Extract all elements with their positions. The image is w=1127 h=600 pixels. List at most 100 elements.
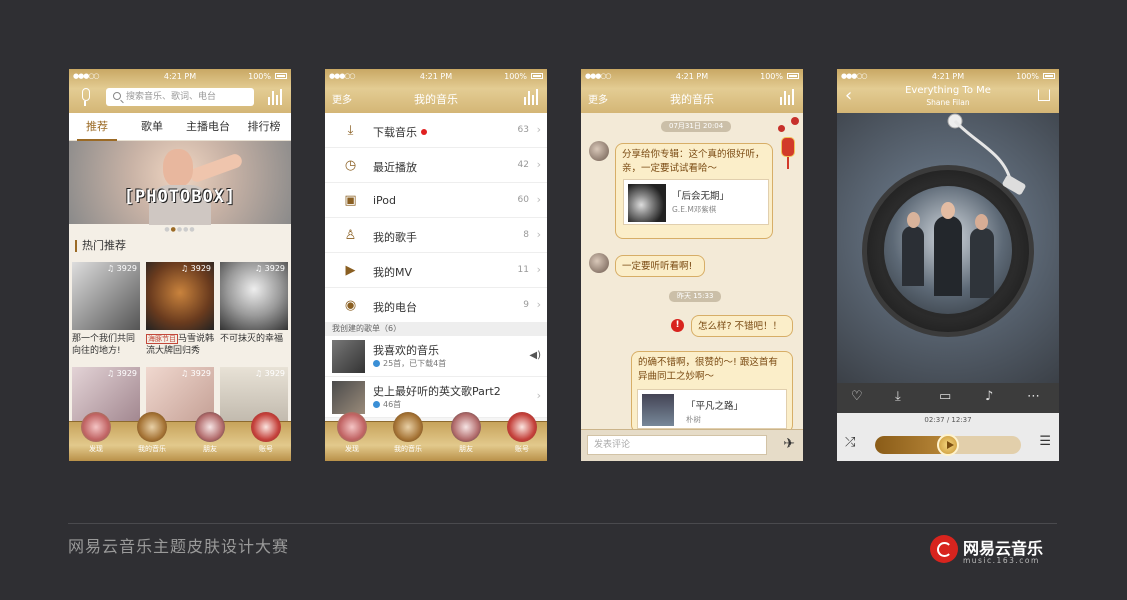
radio-icon: ◉ [344,298,357,313]
chevron-right-icon: › [536,193,541,206]
comment-icon[interactable]: ▭ [939,389,951,404]
page-title: 我的音乐 [670,93,714,106]
menu-row-radio[interactable]: ◉ 我的电台 9 › [325,288,547,323]
row-label: 最近播放 [373,161,417,174]
fan-account-icon [507,412,537,442]
row-count: 9 [523,300,529,310]
avatar[interactable] [589,253,609,273]
flower-discover-icon [81,412,111,442]
speaker-icon: ◀) [529,350,541,361]
album-title: 「后会无期」 [672,191,730,202]
dock-item-friends[interactable]: 朋友 [447,412,485,454]
row-count: 8 [523,230,529,240]
row-label: 我的电台 [373,301,417,314]
header-bar: ●●●○○ 4:21 PM 100% 搜索音乐、歌词、电台 [69,69,291,113]
battery-text: 100% [760,72,783,81]
heart-icon[interactable]: ♡ [851,389,863,404]
warning-icon[interactable]: ! [671,319,684,332]
chevron-right-icon: › [536,263,541,276]
playlist-sub: 46首 [373,399,401,410]
message-text: 怎么样? 不错吧！！ [698,321,783,332]
note-icon[interactable]: ♪ [985,389,993,404]
bottom-tab-bar: 发现 我的音乐 朋友 账号 [325,412,547,461]
menu-row-ipod[interactable]: ▣ iPod 60 › [325,183,547,218]
battery-text: 100% [248,72,271,81]
play-button[interactable] [937,434,959,456]
menu-row-recent[interactable]: ◷ 最近播放 42 › [325,148,547,183]
microphone-icon[interactable] [79,88,91,106]
footer-divider [68,523,1057,524]
share-icon[interactable] [1038,89,1050,101]
play-count: ♫ 3929 [180,264,211,273]
battery-icon [275,73,287,79]
playlist-title: 史上最好听的英文歌Part2 [373,385,501,398]
download-icon: ⤓ [347,123,354,138]
shuffle-icon[interactable]: ⤮ [845,435,855,450]
playlist-sub: 25首，已下载4首 [373,358,446,369]
menu-row-artists[interactable]: ♙ 我的歌手 8 › [325,218,547,253]
row-label: 我的歌手 [373,231,417,244]
flower-discover-icon [337,412,367,442]
equalizer-icon[interactable] [779,89,795,105]
chevron-right-icon: › [536,389,541,402]
banner-carousel[interactable]: [PHOTOBOX] [69,141,291,225]
dock-item-friends[interactable]: 朋友 [191,412,229,454]
action-bar: ♡ ⤓ ▭ ♪ ⋯ [837,383,1059,413]
search-input[interactable]: 搜索音乐、歌词、电台 [106,88,254,106]
playlist-tile[interactable]: ♫ 3929 [220,262,288,330]
more-icon[interactable]: ⋯ [1027,389,1040,404]
dock-item-account[interactable]: 账号 [247,412,285,454]
playlist-cover [332,340,365,373]
message-text: 分享给你专辑：这个真的很好听，亲，一定要试试看哈～ [622,149,765,174]
playlist-tile[interactable]: ♫ 3929 [146,262,214,330]
tab-radio[interactable]: 主播电台 [181,113,235,141]
avatar[interactable] [589,141,609,161]
message-text: 的确不错啊，很赞的～! 跟这首有异曲同工之妙啊～ [638,357,778,382]
play-count: ♫ 3929 [254,264,285,273]
carousel-dots: ●●●●● [164,226,196,233]
page-title: 我的音乐 [414,93,458,106]
battery-icon [787,73,799,79]
message-bubble-sent: 怎么样? 不错吧！！ [691,315,793,337]
fan-account-icon [251,412,281,442]
menu-row-mv[interactable]: ▶ 我的MV 11 › [325,253,547,288]
person-icon: ♙ [344,228,357,243]
dock-item-discover[interactable]: 发现 [77,412,115,454]
dock-item-my-music[interactable]: 我的音乐 [133,412,171,454]
row-count: 11 [517,265,529,275]
tile-caption: 不可抹灭的幸福 [220,334,284,344]
clock-icon: ◷ [344,158,357,173]
battery-text: 100% [504,72,527,81]
equalizer-icon[interactable] [523,89,539,105]
download-icon[interactable]: ⤓ [895,389,901,404]
message-text: 一定要听听看啊! [622,261,693,272]
album-share-card[interactable]: 「后会无期」 G.E.M邓紫棋 [623,179,769,225]
comment-input[interactable]: 发表评论 [587,435,767,455]
chevron-right-icon: › [536,158,541,171]
chevron-right-icon: › [536,123,541,136]
brand-url: music.163.com [963,556,1040,565]
playlist-tile[interactable]: ♫ 3929 [72,262,140,330]
dock-item-my-music[interactable]: 我的音乐 [389,412,427,454]
search-placeholder: 搜索音乐、歌词、电台 [126,92,217,102]
tab-charts[interactable]: 排行榜 [241,113,287,141]
lady-friends-icon [195,412,225,442]
song-share-card[interactable]: 「平凡之路」 朴树 [637,389,787,429]
play-count: ♫ 3929 [180,369,211,378]
tab-playlist[interactable]: 歌单 [131,113,173,141]
tonearm-icon [947,113,1026,195]
dock-item-discover[interactable]: 发现 [333,412,371,454]
song-cover [642,394,674,426]
row-label: iPod [373,194,397,207]
swallow-send-icon[interactable]: ✈ [783,436,795,452]
playlist-row[interactable]: 我喜欢的音乐 25首，已下载4首 ◀) [325,336,547,377]
bottom-tab-bar: 发现 我的音乐 朋友 账号 [69,412,291,461]
equalizer-icon[interactable] [267,89,283,105]
header-bar: ●●●○○ 4:21 PM 100% 更多 我的音乐 [325,69,547,113]
playlist-icon[interactable]: ☰ [1039,434,1051,449]
tab-recommend[interactable]: 推荐 [77,113,117,141]
ipod-icon: ▣ [344,193,357,208]
menu-row-download[interactable]: ⤓ 下载音乐 63 › [325,113,547,148]
row-count: 60 [517,195,529,205]
dock-item-account[interactable]: 账号 [503,412,541,454]
